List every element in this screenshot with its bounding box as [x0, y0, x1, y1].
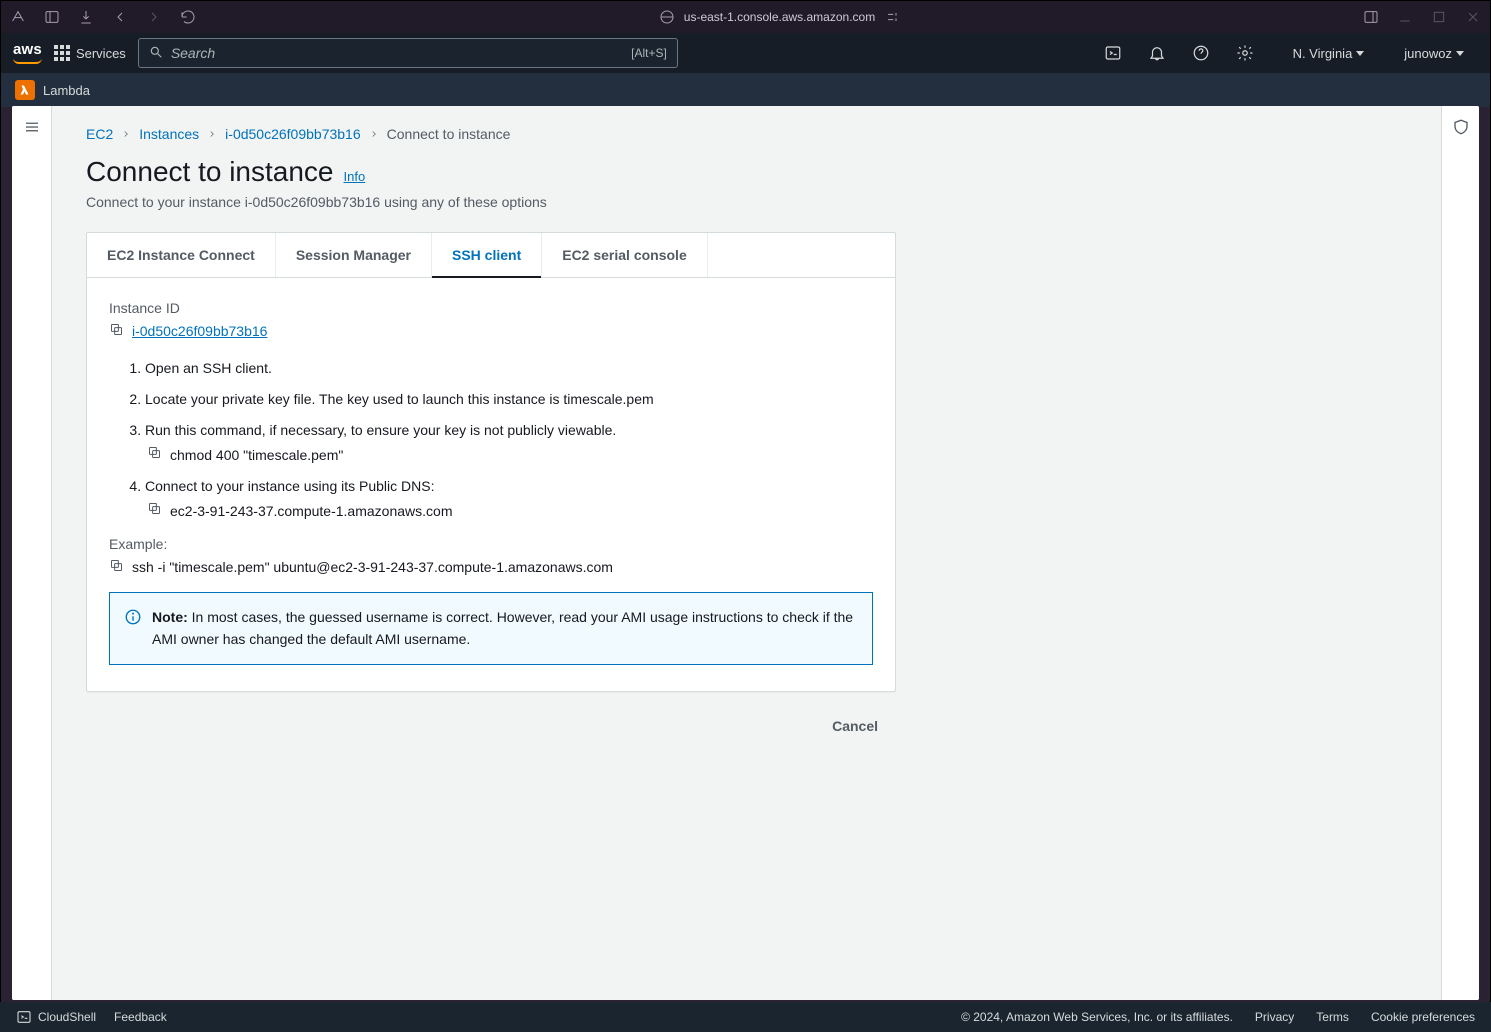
- step-3: Run this command, if necessary, to ensur…: [145, 420, 873, 466]
- search-placeholder: Search: [171, 45, 215, 61]
- hamburger-icon[interactable]: [23, 118, 41, 1000]
- copy-icon[interactable]: [147, 501, 162, 522]
- window-maximize-icon[interactable]: [1430, 8, 1448, 26]
- tab-serial-console[interactable]: EC2 serial console: [542, 233, 708, 277]
- arc-logo-icon[interactable]: [9, 8, 27, 26]
- notifications-icon[interactable]: [1135, 33, 1179, 73]
- region-label: N. Virginia: [1293, 46, 1353, 61]
- nav-forward-icon: [145, 8, 163, 26]
- breadcrumb-ec2[interactable]: EC2: [86, 126, 113, 142]
- search-icon: [149, 45, 163, 62]
- cookie-preferences-link[interactable]: Cookie preferences: [1371, 1010, 1475, 1024]
- page-title: Connect to instance Info: [86, 156, 1407, 188]
- chevron-right-icon: [207, 126, 217, 142]
- services-menu[interactable]: Services: [54, 45, 126, 61]
- global-search[interactable]: Search [Alt+S]: [138, 38, 678, 68]
- note-text: In most cases, the guessed username is c…: [152, 609, 853, 647]
- terms-link[interactable]: Terms: [1316, 1010, 1349, 1024]
- instance-id-value[interactable]: i-0d50c26f09bb73b16: [132, 323, 267, 339]
- copy-icon[interactable]: [109, 558, 124, 576]
- split-view-icon[interactable]: [1362, 8, 1380, 26]
- instance-id-label: Instance ID: [109, 300, 873, 316]
- help-icon[interactable]: [1179, 33, 1223, 73]
- breadcrumb-current: Connect to instance: [387, 126, 511, 142]
- public-dns-value: ec2-3-91-243-37.compute-1.amazonaws.com: [170, 501, 452, 522]
- console-body: EC2 Instances i-0d50c26f09bb73b16 Connec…: [12, 106, 1479, 1000]
- example-command: ssh -i "timescale.pem" ubuntu@ec2-3-91-2…: [132, 559, 613, 575]
- site-settings-icon[interactable]: [883, 8, 901, 26]
- services-label: Services: [76, 46, 126, 61]
- info-icon: [124, 608, 142, 626]
- privacy-link[interactable]: Privacy: [1255, 1010, 1294, 1024]
- step-2: Locate your private key file. The key us…: [145, 389, 873, 410]
- copy-icon[interactable]: [109, 322, 124, 340]
- window-close-icon[interactable]: [1464, 8, 1482, 26]
- breadcrumb-instance-id[interactable]: i-0d50c26f09bb73b16: [225, 126, 360, 142]
- lambda-icon[interactable]: [15, 80, 35, 100]
- aws-global-nav: aws Services Search [Alt+S] N. Virginia …: [1, 33, 1490, 73]
- info-link[interactable]: Info: [344, 169, 366, 184]
- sidebar-toggle-icon[interactable]: [43, 8, 61, 26]
- account-label: junowoz: [1404, 46, 1452, 61]
- download-icon[interactable]: [77, 8, 95, 26]
- chevron-right-icon: [121, 126, 131, 142]
- chmod-command: chmod 400 "timescale.pem": [170, 445, 343, 466]
- aws-logo[interactable]: aws: [13, 42, 42, 64]
- search-shortcut: [Alt+S]: [631, 46, 667, 60]
- breadcrumb-instances[interactable]: Instances: [139, 126, 199, 142]
- window-minimize-icon[interactable]: [1396, 8, 1414, 26]
- nav-back-icon[interactable]: [111, 8, 129, 26]
- feedback-link[interactable]: Feedback: [114, 1010, 167, 1024]
- left-rail: [12, 106, 52, 1000]
- page-title-text: Connect to instance: [86, 156, 334, 188]
- note-bold: Note:: [152, 609, 188, 625]
- tabs: EC2 Instance Connect Session Manager SSH…: [87, 233, 895, 278]
- copyright-text: © 2024, Amazon Web Services, Inc. or its…: [961, 1010, 1233, 1024]
- breadcrumb: EC2 Instances i-0d50c26f09bb73b16 Connec…: [86, 126, 1407, 142]
- step-4: Connect to your instance using its Publi…: [145, 476, 873, 522]
- cloudshell-button[interactable]: CloudShell: [16, 1009, 96, 1025]
- chevron-right-icon: [369, 126, 379, 142]
- reload-icon[interactable]: [179, 8, 197, 26]
- cloudshell-label: CloudShell: [38, 1010, 96, 1024]
- step-3-text: Run this command, if necessary, to ensur…: [145, 422, 616, 438]
- site-security-icon[interactable]: [658, 8, 676, 26]
- ssh-steps: Open an SSH client. Locate your private …: [127, 358, 873, 522]
- connect-panel: EC2 Instance Connect Session Manager SSH…: [86, 232, 896, 692]
- cloudshell-icon[interactable]: [1091, 33, 1135, 73]
- example-label: Example:: [109, 536, 873, 552]
- pinned-service-lambda[interactable]: Lambda: [43, 83, 90, 98]
- security-shield-icon[interactable]: [1452, 118, 1470, 1000]
- page-actions: Cancel: [86, 710, 896, 742]
- chevron-down-icon: [1356, 51, 1364, 56]
- url-text[interactable]: us-east-1.console.aws.amazon.com: [684, 10, 875, 24]
- note-box: Note: In most cases, the guessed usernam…: [109, 592, 873, 665]
- step-1: Open an SSH client.: [145, 358, 873, 379]
- services-grid-icon: [54, 45, 70, 61]
- cancel-button[interactable]: Cancel: [814, 710, 896, 742]
- settings-icon[interactable]: [1223, 33, 1267, 73]
- tab-ec2-instance-connect[interactable]: EC2 Instance Connect: [87, 233, 276, 277]
- right-rail: [1441, 106, 1479, 1000]
- browser-chrome: us-east-1.console.aws.amazon.com: [1, 1, 1490, 33]
- tab-ssh-client[interactable]: SSH client: [432, 233, 542, 277]
- aws-footer: CloudShell Feedback © 2024, Amazon Web S…: [0, 1002, 1491, 1032]
- copy-icon[interactable]: [147, 445, 162, 466]
- account-menu[interactable]: junowoz: [1390, 46, 1478, 61]
- region-selector[interactable]: N. Virginia: [1279, 46, 1379, 61]
- tab-session-manager[interactable]: Session Manager: [276, 233, 432, 277]
- page-subtitle: Connect to your instance i-0d50c26f09bb7…: [86, 194, 1407, 210]
- step-4-text: Connect to your instance using its Publi…: [145, 478, 434, 494]
- chevron-down-icon: [1456, 51, 1464, 56]
- pinned-services-bar: Lambda: [1, 73, 1490, 107]
